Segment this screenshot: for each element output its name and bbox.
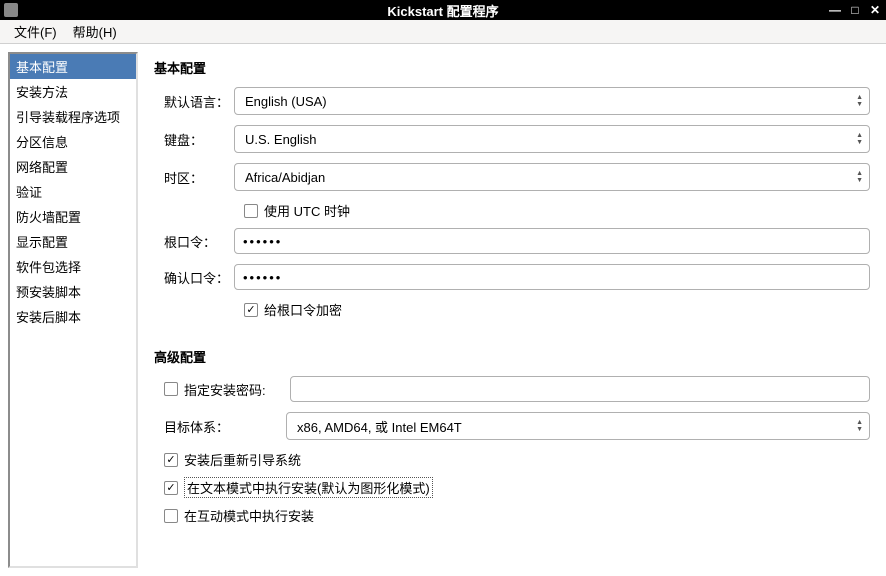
checkbox-reboot[interactable]: [164, 453, 178, 467]
label-interactive: 在互动模式中执行安装: [184, 506, 314, 525]
basic-section-title: 基本配置: [154, 58, 870, 77]
row-specify-password: 指定安装密码:: [154, 376, 870, 402]
chevron-updown-icon: ▲▼: [856, 132, 863, 146]
select-target-arch[interactable]: x86, AMD64, 或 Intel EM64T ▲▼: [286, 412, 870, 440]
select-timezone[interactable]: Africa/Abidjan ▲▼: [234, 163, 870, 191]
row-default-language: 默认语言： English (USA) ▲▼: [154, 87, 870, 115]
label-specify-password: 指定安装密码:: [184, 380, 284, 399]
label-reboot: 安装后重新引导系统: [184, 450, 301, 469]
sidebar-item-preinstall[interactable]: 预安装脚本: [10, 279, 136, 304]
sidebar-item-postinstall[interactable]: 安装后脚本: [10, 304, 136, 329]
chevron-updown-icon: ▲▼: [856, 170, 863, 184]
advanced-section-title: 高级配置: [154, 347, 870, 366]
sidebar-item-packages[interactable]: 软件包选择: [10, 254, 136, 279]
window-controls: — □ ✕: [828, 3, 882, 17]
window-title: Kickstart 配置程序: [387, 1, 498, 20]
menu-file[interactable]: 文件(F): [6, 19, 65, 44]
sidebar-item-install-method[interactable]: 安装方法: [10, 79, 136, 104]
window-titlebar: Kickstart 配置程序 — □ ✕: [0, 0, 886, 20]
close-button[interactable]: ✕: [868, 3, 882, 17]
select-keyboard-value: U.S. English: [245, 132, 317, 147]
row-root-password: 根口令：: [154, 228, 870, 254]
row-text-mode: 在文本模式中执行安装(默认为图形化模式): [154, 477, 870, 498]
row-interactive: 在互动模式中执行安装: [154, 506, 870, 525]
minimize-button[interactable]: —: [828, 3, 842, 17]
row-timezone: 时区： Africa/Abidjan ▲▼: [154, 163, 870, 191]
sidebar-item-display[interactable]: 显示配置: [10, 229, 136, 254]
label-timezone: 时区：: [154, 168, 234, 187]
select-default-language-value: English (USA): [245, 94, 327, 109]
row-encrypt-root: 给根口令加密: [154, 300, 870, 319]
label-use-utc: 使用 UTC 时钟: [264, 201, 350, 220]
chevron-updown-icon: ▲▼: [856, 94, 863, 108]
sidebar-item-auth[interactable]: 验证: [10, 179, 136, 204]
label-confirm-password: 确认口令：: [154, 268, 234, 287]
row-use-utc: 使用 UTC 时钟: [154, 201, 870, 220]
menu-help[interactable]: 帮助(H): [65, 19, 125, 44]
app-icon: [4, 3, 18, 17]
label-target-arch: 目标体系：: [164, 417, 280, 436]
input-confirm-password[interactable]: [234, 264, 870, 290]
select-timezone-value: Africa/Abidjan: [245, 170, 325, 185]
checkbox-use-utc[interactable]: [244, 204, 258, 218]
menubar: 文件(F) 帮助(H): [0, 20, 886, 44]
sidebar-item-partition[interactable]: 分区信息: [10, 129, 136, 154]
label-encrypt-root: 给根口令加密: [264, 300, 342, 319]
label-keyboard: 键盘：: [154, 130, 234, 149]
checkbox-text-mode[interactable]: [164, 481, 178, 495]
input-specify-password[interactable]: [290, 376, 870, 402]
main-panel: 基本配置 默认语言： English (USA) ▲▼ 键盘： U.S. Eng…: [148, 52, 878, 568]
sidebar-item-network[interactable]: 网络配置: [10, 154, 136, 179]
content-area: 基本配置 安装方法 引导装载程序选项 分区信息 网络配置 验证 防火墙配置 显示…: [0, 44, 886, 576]
row-confirm-password: 确认口令：: [154, 264, 870, 290]
select-keyboard[interactable]: U.S. English ▲▼: [234, 125, 870, 153]
maximize-button[interactable]: □: [848, 3, 862, 17]
sidebar-item-basic[interactable]: 基本配置: [10, 54, 136, 79]
checkbox-specify-password[interactable]: [164, 382, 178, 396]
input-root-password[interactable]: [234, 228, 870, 254]
row-target-arch: 目标体系： x86, AMD64, 或 Intel EM64T ▲▼: [154, 412, 870, 440]
select-default-language[interactable]: English (USA) ▲▼: [234, 87, 870, 115]
row-reboot: 安装后重新引导系统: [154, 450, 870, 469]
chevron-updown-icon: ▲▼: [856, 419, 863, 433]
label-text-mode: 在文本模式中执行安装(默认为图形化模式): [184, 477, 433, 498]
select-target-arch-value: x86, AMD64, 或 Intel EM64T: [297, 417, 462, 436]
checkbox-encrypt-root[interactable]: [244, 303, 258, 317]
label-default-language: 默认语言：: [154, 92, 234, 111]
sidebar-item-firewall[interactable]: 防火墙配置: [10, 204, 136, 229]
sidebar: 基本配置 安装方法 引导装载程序选项 分区信息 网络配置 验证 防火墙配置 显示…: [8, 52, 138, 568]
checkbox-interactive[interactable]: [164, 509, 178, 523]
label-root-password: 根口令：: [154, 232, 234, 251]
sidebar-item-bootloader[interactable]: 引导装载程序选项: [10, 104, 136, 129]
row-keyboard: 键盘： U.S. English ▲▼: [154, 125, 870, 153]
